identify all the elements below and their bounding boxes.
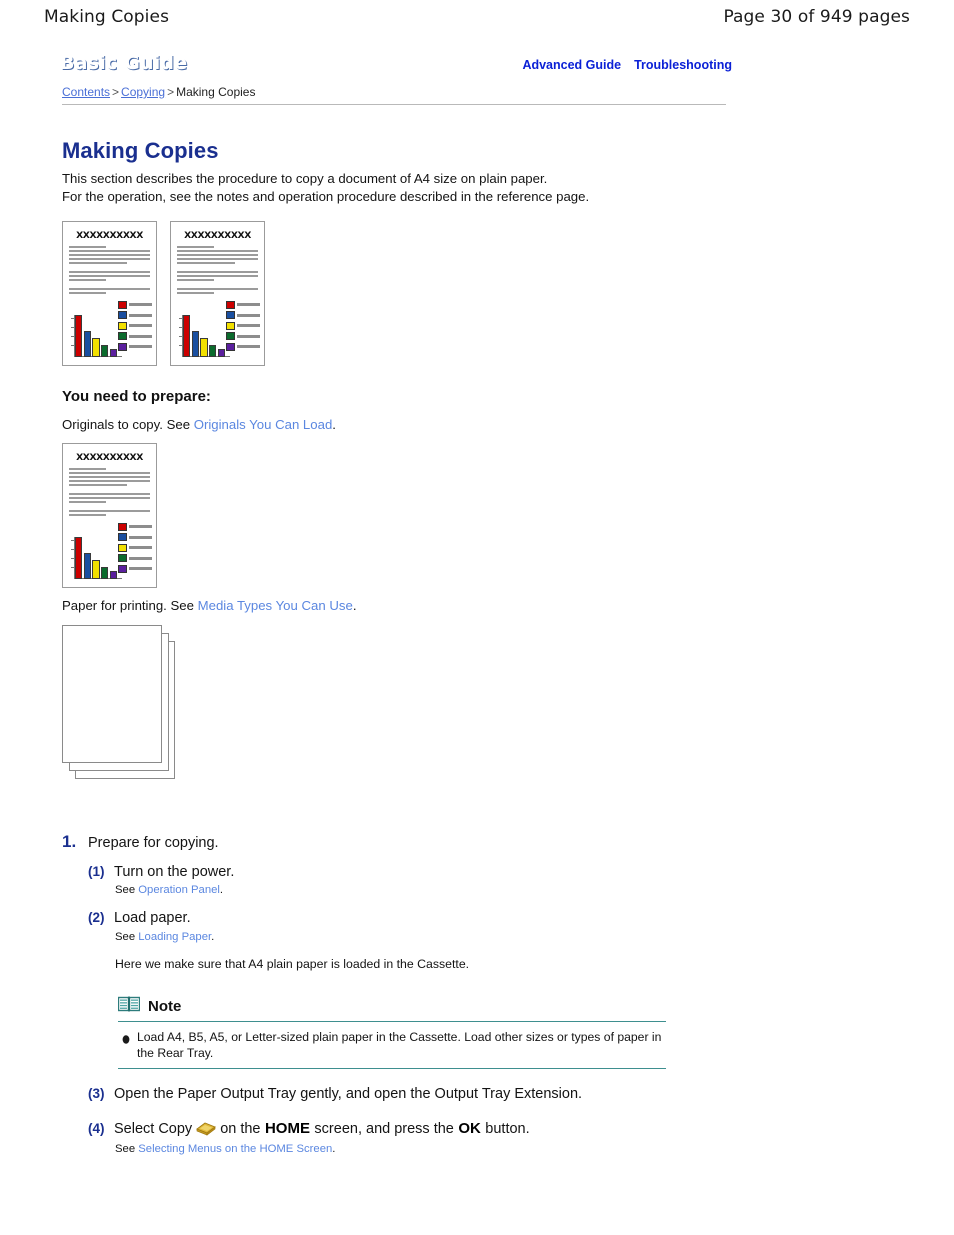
ok-label: OK [458, 1120, 481, 1137]
substep-4-text-part-1: Select Copy [114, 1121, 193, 1137]
breadcrumb-item-contents[interactable]: Contents [62, 85, 110, 99]
note-title: Note [148, 998, 182, 1015]
substep-3-text: Open the Paper Output Tray gently, and o… [114, 1086, 583, 1102]
substep-4-text-part-2: on the [220, 1121, 261, 1137]
prepare-heading: You need to prepare: [62, 388, 211, 405]
originals-you-can-load-link[interactable]: Originals You Can Load [194, 417, 333, 432]
substep-2-number: (2) [88, 910, 105, 925]
originals-suffix: . [332, 417, 336, 432]
page-header: Making Copies Page 30 of 949 pages [0, 0, 954, 34]
paper-suffix: . [352, 598, 357, 613]
substep-1-text: Turn on the power. [114, 864, 235, 880]
substep-1: (1) Turn on the power. [88, 863, 234, 881]
see-prefix: See [115, 1143, 136, 1155]
troubleshooting-link[interactable]: Troubleshooting [634, 58, 734, 72]
note-body: Load A4, B5, A5, or Letter-sized plain p… [118, 1022, 666, 1068]
see-prefix: See [115, 884, 136, 896]
loading-paper-link[interactable]: Loading Paper [138, 931, 211, 943]
substep-4-reference: See Selecting Menus on the HOME Screen. [115, 1143, 335, 1155]
substep-2-text: Load paper. [114, 910, 191, 926]
paper-stack-illustration [62, 625, 187, 790]
paper-prefix: Paper for printing. See [62, 598, 194, 613]
white-square-icon [511, 59, 521, 71]
basic-guide-brand: Basic Guide [60, 51, 188, 74]
breadcrumb-item-copying[interactable]: Copying [121, 85, 165, 99]
substep-3-number: (3) [88, 1086, 105, 1101]
see-suffix: . [219, 884, 224, 896]
breadcrumb-separator: > [112, 85, 120, 99]
thumbnail-bar-chart [70, 300, 152, 359]
note-box: Note Load A4, B5, A5, or Letter-sized pl… [117, 996, 666, 1069]
substep-2-reference: See Loading Paper. [115, 931, 214, 943]
home-label: HOME [264, 1120, 310, 1137]
see-suffix: . [332, 1143, 336, 1155]
page-header-title: Making Copies [44, 7, 170, 27]
thumbnail-bar-chart [70, 522, 152, 581]
thumbnail-heading: XXXXXXXXXX [76, 230, 143, 241]
substep-1-reference: See Operation Panel. [115, 884, 223, 896]
intro-line-1: This section describes the procedure to … [62, 171, 548, 186]
see-suffix: . [211, 931, 215, 943]
breadcrumb-divider [62, 104, 726, 105]
document-thumbnail-row: XXXXXXXXXX XXXXXXXXXX [62, 221, 265, 366]
step-1-text: Prepare for copying. [88, 835, 219, 851]
substep-3: (3) Open the Paper Output Tray gently, an… [88, 1085, 582, 1103]
paper-line: Paper for printing. See Media Types You … [62, 598, 356, 613]
media-types-you-can-use-link[interactable]: Media Types You Can Use [198, 598, 353, 613]
breadcrumb-separator: > [167, 85, 175, 99]
guide-banner: Basic Guide Advanced Guide Troubleshooti… [46, 45, 746, 81]
selecting-menus-home-screen-link[interactable]: Selecting Menus on the HOME Screen [138, 1143, 332, 1155]
document-thumbnail: XXXXXXXXXX [62, 221, 157, 366]
breadcrumb-item-current: Making Copies [176, 85, 256, 99]
step-1: 1. Prepare for copying. [62, 832, 219, 852]
substep-2-note-text: Here we make sure that A4 plain paper is… [115, 957, 470, 971]
page-header-page-info: Page 30 of 949 pages [723, 7, 910, 27]
note-rule-bottom [118, 1068, 666, 1069]
advanced-guide-link[interactable]: Advanced Guide [522, 58, 623, 72]
intro-paragraph: This section describes the procedure to … [62, 170, 589, 205]
original-thumbnail-wrapper: XXXXXXXXXX [62, 443, 157, 588]
substep-1-number: (1) [88, 864, 105, 879]
thumbnail-heading: XXXXXXXXXX [184, 230, 251, 241]
page-title: Making Copies [62, 138, 219, 163]
substep-2: (2) Load paper. [88, 909, 191, 927]
originals-line: Originals to copy. See Originals You Can… [62, 417, 336, 432]
note-item-text: Load A4, B5, A5, or Letter-sized plain p… [137, 1030, 662, 1060]
thumbnail-bar-chart [178, 300, 260, 359]
bullet-icon [122, 1032, 130, 1044]
step-1-number: 1. [62, 832, 77, 851]
substep-4-text-part-4: button. [485, 1121, 530, 1137]
substep-4: (4) Select Copy on the HOME screen, and p… [88, 1120, 530, 1138]
intro-line-2: For the operation, see the notes and ope… [62, 188, 590, 204]
substep-4-number: (4) [88, 1121, 105, 1136]
substep-4-text-part-3: screen, and press the [314, 1121, 454, 1137]
originals-prefix: Originals to copy. See [62, 417, 191, 432]
document-thumbnail: XXXXXXXXXX [62, 443, 157, 588]
operation-panel-link[interactable]: Operation Panel [138, 884, 220, 896]
document-thumbnail: XXXXXXXXXX [170, 221, 265, 366]
see-prefix: See [115, 931, 136, 943]
paper-sheet [62, 625, 162, 763]
note-header: Note [117, 996, 666, 1017]
open-book-icon [117, 996, 141, 1017]
note-item: Load A4, B5, A5, or Letter-sized plain p… [122, 1029, 666, 1061]
white-square-icon [623, 59, 633, 71]
breadcrumb: Contents > Copying > Making Copies [62, 85, 255, 99]
thumbnail-heading: XXXXXXXXXX [76, 452, 143, 463]
banner-links: Advanced Guide Troubleshooting [511, 58, 734, 72]
copy-icon [195, 1120, 217, 1136]
